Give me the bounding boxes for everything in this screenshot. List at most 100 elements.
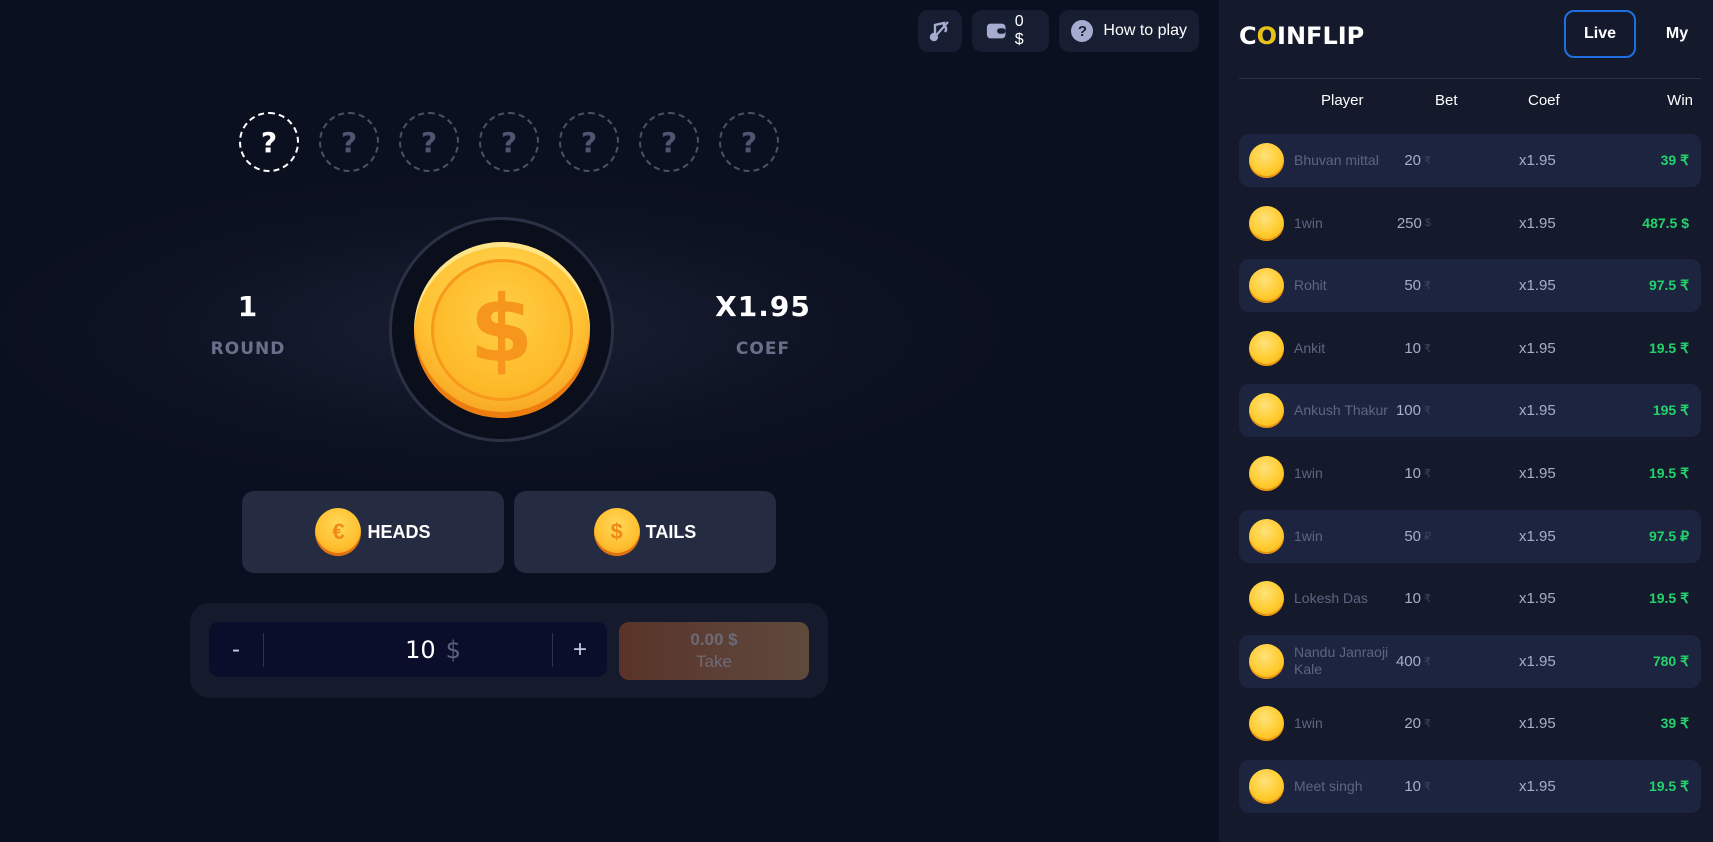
- bet-cell: 250 $: [1397, 197, 1431, 250]
- euro-coin-icon: €: [315, 508, 362, 556]
- bet-panel: - 10 $ + 0.00 $ Take: [190, 603, 828, 698]
- bet-currency: ₹: [1424, 593, 1431, 606]
- win-cell: 39 ₹: [1660, 152, 1689, 168]
- coin-avatar-icon: [1249, 393, 1284, 429]
- bet-currency: ₹: [1424, 718, 1431, 731]
- round-label: ROUND: [210, 339, 286, 359]
- bet-cell: 400 ₹: [1396, 635, 1431, 688]
- coef-cell: x1.95: [1519, 464, 1556, 482]
- logo-text: INFLIP: [1277, 22, 1365, 50]
- logo-text: C: [1239, 22, 1257, 50]
- sound-toggle-button[interactable]: [918, 10, 963, 52]
- table-row: 1win 20 ₹ x1.95 39 ₹: [1239, 697, 1701, 750]
- win-cell: 195 ₹: [1652, 402, 1689, 419]
- player-name: Ankit: [1294, 339, 1326, 356]
- balance-value: 0 $: [1014, 13, 1024, 48]
- coin-icon: $: [413, 241, 590, 418]
- coin-avatar-icon: [1249, 143, 1284, 178]
- bet-cell: 10 ₹: [1404, 572, 1431, 625]
- bet-amount-input[interactable]: 10 $: [264, 636, 552, 664]
- bet-value: 100: [1395, 402, 1421, 420]
- take-label: Take: [696, 652, 732, 671]
- bet-currency: ₹: [1424, 780, 1431, 793]
- how-to-play-button[interactable]: ? How to play: [1059, 10, 1199, 52]
- how-to-play-label: How to play: [1103, 22, 1187, 39]
- bet-cell: 50 ₹: [1404, 259, 1431, 312]
- win-cell: 39 ₹: [1660, 715, 1689, 732]
- bet-cell: 50 ₽: [1404, 510, 1431, 563]
- player-name: 1win: [1294, 214, 1323, 231]
- top-toolbar: 0 $ ? How to play: [918, 10, 1199, 52]
- bet-currency: ₹: [1424, 342, 1431, 355]
- win-cell: 19.5 ₹: [1648, 777, 1689, 794]
- coin-avatar-icon: [1249, 706, 1284, 742]
- history-slot: ?: [639, 112, 699, 172]
- bet-value: 50: [1404, 527, 1421, 545]
- wallet-icon: [987, 23, 1006, 39]
- coef-cell: x1.95: [1519, 715, 1556, 733]
- coef-cell: x1.95: [1519, 527, 1556, 545]
- bet-value: 10: [1404, 590, 1421, 608]
- player-name: Ankush Thakur: [1294, 402, 1388, 419]
- win-cell: 487.5 $: [1642, 215, 1689, 232]
- bet-cell: 20 ₹: [1404, 697, 1431, 750]
- round-history: ? ? ? ? ? ? ?: [239, 112, 779, 172]
- bet-value: 50: [1404, 277, 1421, 295]
- table-row: 1win 250 $ x1.95 487.5 $: [1239, 197, 1701, 250]
- coin-avatar-icon: [1249, 643, 1284, 679]
- player-name: Meet singh: [1294, 777, 1363, 794]
- bet-amount-stepper: - 10 $ +: [209, 622, 607, 677]
- take-amount: 0.00 $: [690, 630, 738, 649]
- player-name: 1win: [1294, 464, 1323, 481]
- history-slot: ?: [559, 112, 619, 172]
- coef-cell: x1.95: [1519, 339, 1556, 357]
- balance-display[interactable]: 0 $: [972, 10, 1050, 52]
- take-button[interactable]: 0.00 $ Take: [619, 622, 809, 680]
- bet-amount-value: 10: [405, 635, 436, 664]
- coin-avatar-icon: [1249, 581, 1284, 617]
- win-cell: 19.5 ₹: [1648, 339, 1689, 356]
- bet-cell: 10 ₹: [1404, 447, 1431, 500]
- coinflip-logo: COINFLIP: [1239, 22, 1364, 50]
- coin-display: $: [389, 217, 614, 442]
- history-slot: ?: [239, 112, 299, 172]
- coef-cell: x1.95: [1519, 152, 1556, 169]
- table-row: Bhuvan mittal 20 ₹ x1.95 39 ₹: [1239, 134, 1701, 187]
- bet-value: 250: [1396, 214, 1422, 232]
- tails-button[interactable]: $ TAILS: [514, 491, 776, 573]
- coin-avatar-icon: [1249, 330, 1284, 366]
- tab-my[interactable]: My: [1641, 10, 1713, 58]
- round-stat: 1 ROUND: [178, 290, 318, 359]
- table-row: 1win 50 ₽ x1.95 97.5 ₽: [1239, 509, 1701, 563]
- increase-bet-button[interactable]: +: [553, 622, 607, 677]
- tails-label: TAILS: [645, 521, 697, 542]
- win-cell: 19.5 ₹: [1648, 464, 1689, 481]
- coin-avatar-icon: [1249, 518, 1284, 554]
- tab-live[interactable]: Live: [1564, 10, 1636, 58]
- bets-panel: COINFLIP Live My Player Bet Coef Win Bhu…: [1219, 0, 1713, 842]
- player-name: 1win: [1294, 527, 1323, 544]
- coef-cell: x1.95: [1519, 214, 1556, 232]
- table-row: Meet singh 10 ₹ x1.95 19.5 ₹: [1239, 759, 1701, 813]
- coef-cell: x1.95: [1519, 402, 1556, 420]
- bet-currency: ₹: [1424, 655, 1431, 668]
- player-name: Nandu Janraoji Kale: [1294, 644, 1389, 678]
- round-value: 1: [237, 290, 259, 323]
- player-name: 1win: [1294, 715, 1323, 732]
- coef-cell: x1.95: [1519, 652, 1556, 670]
- history-slot: ?: [479, 112, 539, 172]
- bet-value: 400: [1395, 652, 1421, 670]
- bet-value: 10: [1404, 777, 1421, 795]
- coef-cell: x1.95: [1519, 277, 1556, 295]
- bet-cell: 10 ₹: [1404, 760, 1431, 813]
- column-coef: Coef: [1528, 92, 1560, 109]
- bet-currency: ₹: [1424, 467, 1431, 480]
- decrease-bet-button[interactable]: -: [209, 622, 263, 677]
- win-cell: 97.5 ₹: [1648, 277, 1689, 294]
- column-win: Win: [1667, 92, 1693, 109]
- player-name: Bhuvan mittal: [1294, 152, 1379, 168]
- heads-button[interactable]: € HEADS: [242, 491, 504, 573]
- bet-currency: ₽: [1424, 530, 1431, 543]
- bet-value: 10: [1404, 339, 1421, 357]
- coef-cell: x1.95: [1519, 590, 1556, 608]
